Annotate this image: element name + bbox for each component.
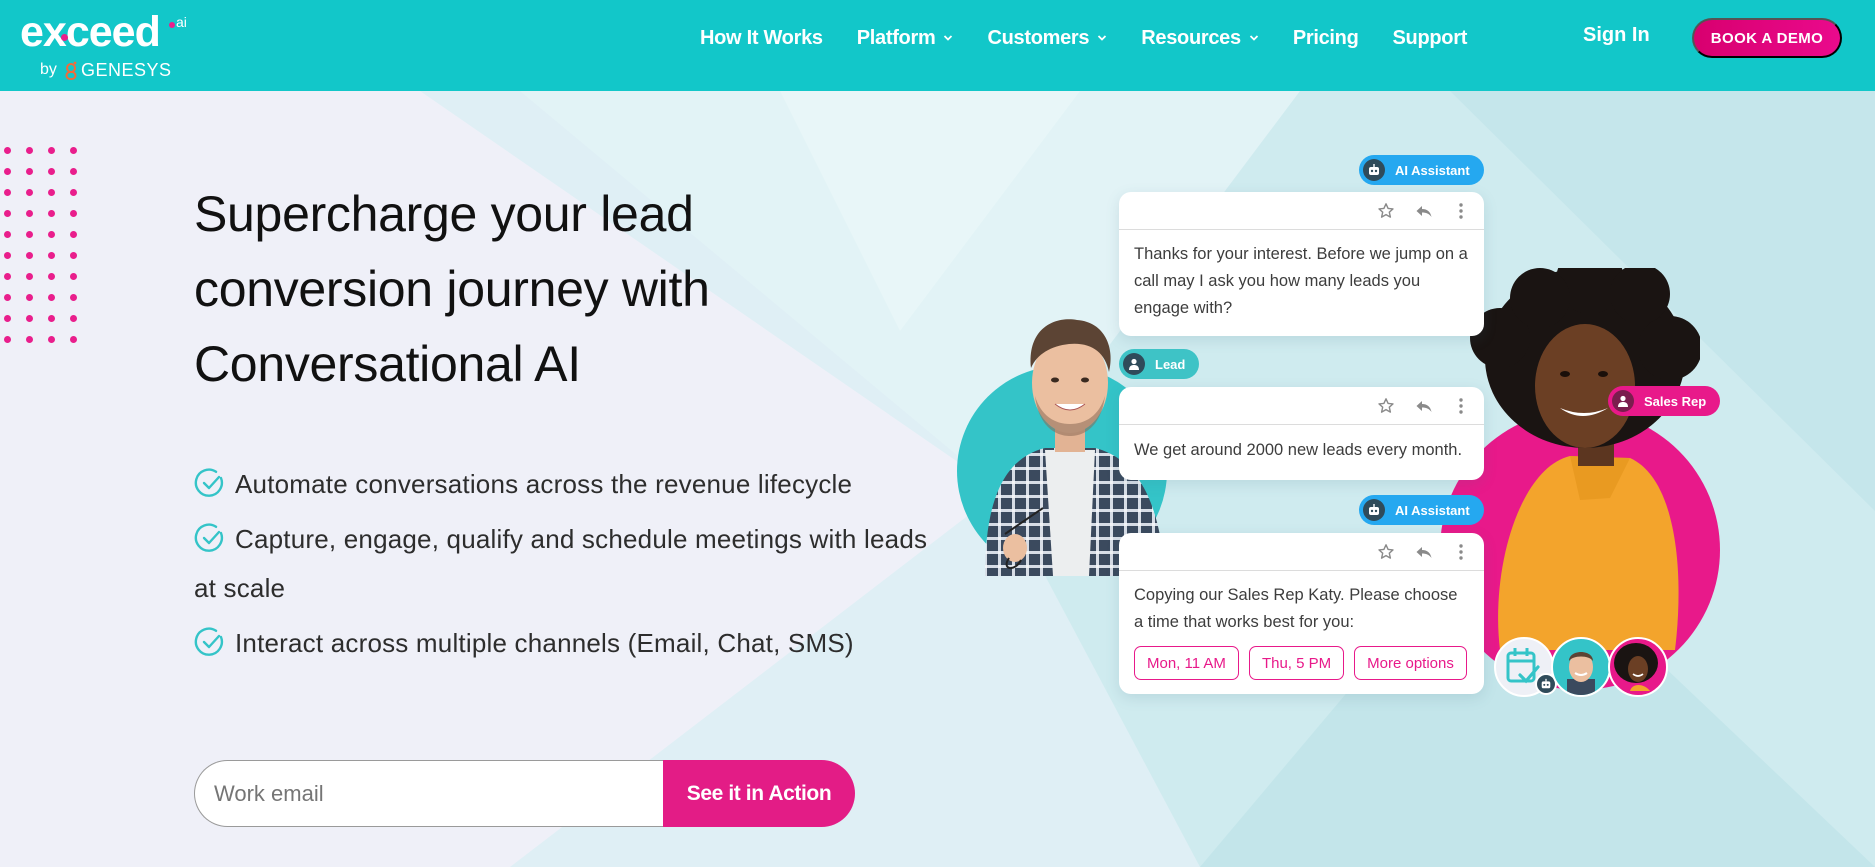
message-toolbar [1119,533,1484,571]
logo-genesys: GENESYS [81,60,172,80]
tag-label: Sales Rep [1644,393,1707,409]
nav-resources[interactable]: Resources [1141,27,1259,50]
message-card: Copying our Sales Rep Katy. Please choos… [1119,533,1484,694]
check-circle-icon [194,627,224,656]
star-icon[interactable] [1377,397,1395,415]
sales-rep-person-image [1470,268,1700,650]
star-icon[interactable] [1377,543,1395,561]
nav-how-it-works[interactable]: How It Works [700,27,823,50]
demo-signup-form: See it in Action [194,760,855,827]
tag-label: AI Assistant [1395,502,1470,518]
see-it-in-action-button[interactable]: See it in Action [663,760,855,827]
chevron-down-icon [944,35,953,41]
exceed-logo[interactable]: exceed ai by GENESYS [20,8,200,80]
feature-item: Interact across multiple channels (Email… [194,619,954,668]
tag-label: AI Assistant [1395,162,1470,178]
sales-rep-tag: Sales Rep [1608,386,1721,416]
time-options: Mon, 11 AM Thu, 5 PM More options [1134,646,1469,680]
decorative-dots [4,147,92,357]
more-vertical-icon[interactable] [1457,543,1465,561]
tag-label: Lead [1155,356,1186,372]
reply-icon[interactable] [1415,202,1433,220]
check-circle-icon [194,523,224,552]
nav-label: Platform [856,26,936,49]
check-circle-icon [194,468,224,497]
chevron-down-icon [1098,35,1107,41]
main-nav: How It Works Platform Customers Resource… [700,0,1501,76]
logo-by: by [40,61,57,78]
nav-pricing[interactable]: Pricing [1293,27,1359,50]
message-text: Thanks for your interest. Before we jump… [1134,245,1468,317]
reply-icon[interactable] [1415,543,1433,561]
message-toolbar [1119,192,1484,230]
nav-label: How It Works [700,26,823,49]
nav-label: Customers [987,26,1090,49]
logo-wordmark: exceed [20,8,161,56]
genesys-mark-icon [65,61,77,80]
feature-list: Automate conversations across the revenu… [194,460,954,674]
nav-platform[interactable]: Platform [857,27,954,50]
feature-item: Capture, engage, qualify and schedule me… [194,515,954,613]
sign-in-link[interactable]: Sign In [1583,24,1650,47]
time-option-mon-11am[interactable]: Mon, 11 AM [1134,646,1239,680]
nav-label: Resources [1141,26,1241,49]
feature-item: Automate conversations across the revenu… [194,460,954,509]
lead-avatar [1551,637,1611,697]
message-toolbar [1119,387,1484,425]
robot-icon [1363,159,1385,181]
nav-label: Pricing [1292,26,1359,49]
more-vertical-icon[interactable] [1457,202,1465,220]
message-body: Copying our Sales Rep Katy. Please choos… [1119,571,1484,694]
user-icon [1612,390,1634,412]
hero-title: Supercharge your lead conversion journey… [194,186,710,392]
book-demo-button[interactable]: BOOK A DEMO [1692,18,1842,58]
reply-icon[interactable] [1415,397,1433,415]
nav-label: Support [1392,26,1468,49]
time-option-more[interactable]: More options [1354,646,1467,680]
ai-assistant-tag: AI Assistant [1359,155,1484,185]
logo-text: exceed [20,8,161,56]
robot-icon [1363,499,1385,521]
message-text: We get around 2000 new leads every month… [1134,441,1463,459]
star-icon[interactable] [1377,202,1395,220]
message-card: We get around 2000 new leads every month… [1119,387,1484,480]
message-card: Thanks for your interest. Before we jump… [1119,192,1484,336]
nav-customers[interactable]: Customers [987,27,1107,50]
work-email-input[interactable] [194,760,663,827]
feature-text: Interact across multiple channels (Email… [235,628,854,658]
nav-support[interactable]: Support [1393,27,1468,50]
chevron-down-icon [1249,35,1258,41]
time-option-thu-5pm[interactable]: Thu, 5 PM [1248,646,1345,680]
logo-ai-dot [169,22,175,28]
site-header: exceed ai by GENESYS How It Works Platfo… [0,0,1875,91]
lead-tag: Lead [1119,349,1200,379]
sales-rep-avatar [1608,637,1668,697]
more-vertical-icon[interactable] [1457,397,1465,415]
message-text: Copying our Sales Rep Katy. Please choos… [1134,586,1458,631]
logo-ai-suffix: ai [176,14,187,30]
ai-assistant-tag: AI Assistant [1359,495,1484,525]
user-icon [1123,353,1145,375]
feature-text: Capture, engage, qualify and schedule me… [194,524,928,603]
logo-dot [61,34,68,41]
feature-text: Automate conversations across the revenu… [235,469,853,499]
